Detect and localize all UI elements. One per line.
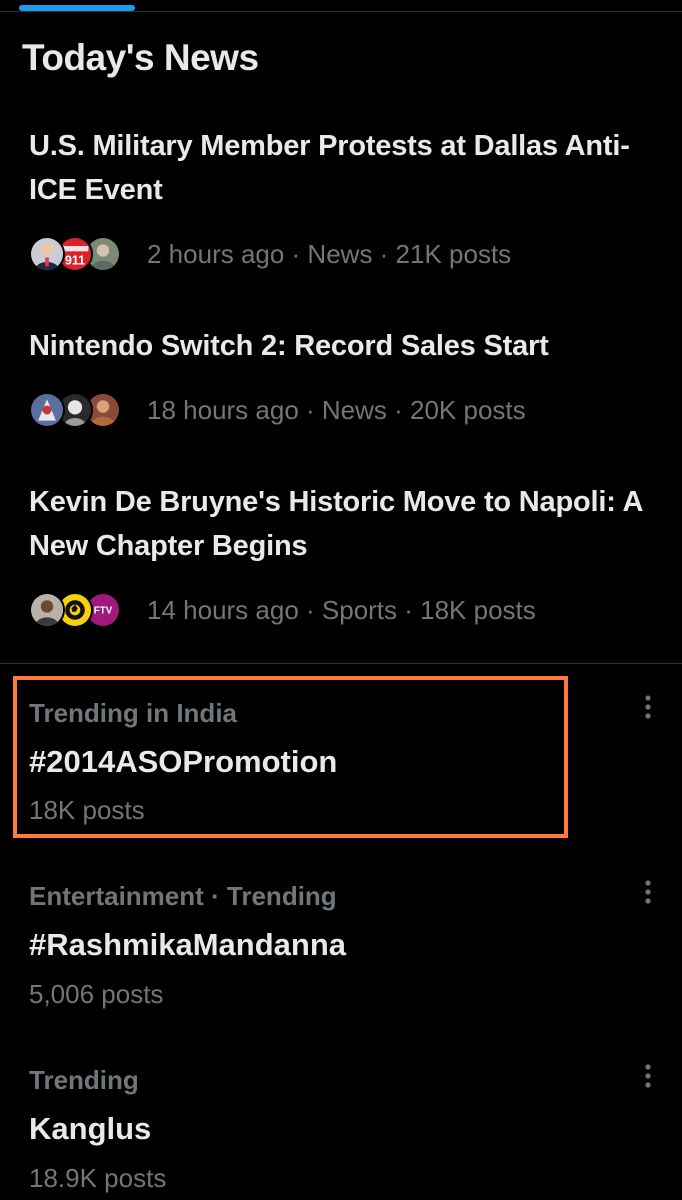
trend-context: Trending in India (29, 698, 237, 728)
character-avatar (29, 392, 65, 428)
trend-context: Entertainment · Trending (29, 881, 337, 911)
more-vertical-icon (645, 695, 651, 719)
news-meta-row: 18 hours ago · News · 20K posts (29, 390, 526, 430)
trend-name: Kanglus (29, 1111, 152, 1146)
trend-item[interactable]: Trending Kanglus 18.9K posts (0, 1051, 682, 1200)
trend-context: Trending (29, 1065, 139, 1095)
top-divider (0, 11, 682, 12)
news-headline: U.S. Military Member Protests at Dallas … (29, 130, 630, 206)
avatar-stack (29, 392, 135, 428)
trend-item[interactable]: Trending in India #2014ASOPromotion 18K … (0, 684, 682, 854)
svg-text:911: 911 (65, 254, 85, 268)
news-meta: 14 hours ago · Sports · 18K posts (147, 594, 536, 625)
more-button[interactable] (636, 1061, 660, 1091)
news-meta-row: 911 2 hours ago · News · 21K posts (29, 234, 511, 274)
trend-count: 18.9K posts (29, 1163, 167, 1193)
more-button[interactable] (636, 692, 660, 722)
news-item[interactable]: Kevin De Bruyne's Historic Move to Napol… (0, 478, 682, 643)
avatar-stack: FTV (29, 592, 135, 628)
news-meta: 18 hours ago · News · 20K posts (147, 394, 526, 425)
news-meta: 2 hours ago · News · 21K posts (147, 238, 512, 269)
trend-count: 5,006 posts (29, 979, 164, 1009)
section-title: Today's News (22, 37, 259, 78)
ftv-logo-text: FTV (94, 606, 113, 617)
more-vertical-icon (645, 1064, 651, 1088)
more-button[interactable] (636, 877, 660, 907)
news-meta-row: FTV 14 hours ago · Sports · 18K posts (29, 590, 536, 630)
news-item[interactable]: U.S. Military Member Protests at Dallas … (0, 120, 682, 285)
trend-name: #RashmikaMandanna (29, 927, 346, 962)
more-vertical-icon (645, 880, 651, 904)
news-headline: Nintendo Switch 2: Record Sales Start (29, 330, 549, 362)
trend-count: 18K posts (29, 795, 145, 825)
news-headline: Kevin De Bruyne's Historic Move to Napol… (29, 486, 643, 562)
trend-name: #2014ASOPromotion (29, 744, 338, 779)
trend-item[interactable]: Entertainment · Trending #RashmikaMandan… (0, 867, 682, 1037)
section-divider (0, 663, 682, 664)
person-avatar (29, 236, 65, 272)
person-avatar (29, 592, 65, 628)
news-item[interactable]: Nintendo Switch 2: Record Sales Start 18… (0, 322, 682, 437)
avatar-stack: 911 (29, 236, 135, 272)
